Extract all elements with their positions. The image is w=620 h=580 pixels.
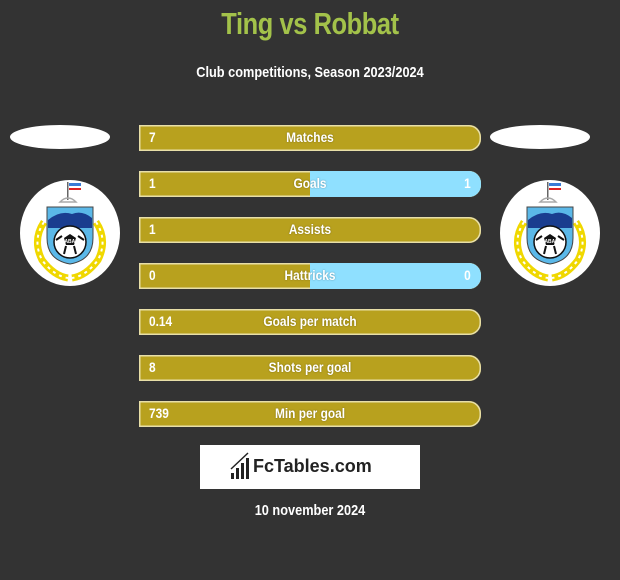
stat-row-hattricks: 0 Hattricks 0 (139, 263, 481, 289)
stat-label: Assists (288, 221, 332, 237)
left-value: 0 (149, 267, 156, 283)
right-club-badge[interactable]: SABAH FA (500, 180, 600, 286)
fctables-logo[interactable]: FcTables.com (200, 445, 420, 489)
left-club-badge[interactable]: SABAH FA (20, 180, 120, 286)
bar-chart-icon (230, 452, 249, 479)
stat-label: Goals (293, 175, 327, 191)
stat-row-min-per-goal: 739 Min per goal (139, 401, 481, 427)
right-player-placeholder (490, 125, 590, 149)
left-value: 1 (149, 175, 156, 191)
stat-row-shots-per-goal: 8 Shots per goal (139, 355, 481, 381)
stat-row-matches: 7 Matches (139, 125, 481, 151)
stat-label: Matches (286, 129, 334, 145)
stat-label: Min per goal (274, 405, 346, 421)
sabah-fa-badge-icon: SABAH FA (34, 182, 106, 282)
sabah-fa-badge-icon: SABAH FA (514, 182, 586, 282)
stat-label: Shots per goal (268, 359, 352, 375)
svg-text:FA: FA (67, 245, 74, 251)
left-value: 7 (149, 129, 156, 145)
left-value: 1 (149, 221, 156, 237)
competition-subtitle: Club competitions, Season 2023/2024 (196, 64, 424, 81)
stat-label: Goals per match (263, 313, 357, 329)
page-title: Ting vs Robbat (221, 6, 399, 41)
svg-text:FA: FA (547, 245, 554, 251)
left-player-placeholder (10, 125, 110, 149)
left-value: 8 (149, 359, 156, 375)
logo-text: FcTables.com (253, 456, 372, 476)
stat-label: Hattricks (284, 267, 336, 283)
right-value: 0 (464, 267, 471, 283)
stat-row-goals: 1 Goals 1 (139, 171, 481, 197)
stat-row-goals-per-match: 0.14 Goals per match (139, 309, 481, 335)
stat-row-assists: 1 Assists (139, 217, 481, 243)
right-value: 1 (464, 175, 471, 191)
date-label: 10 november 2024 (254, 502, 366, 519)
